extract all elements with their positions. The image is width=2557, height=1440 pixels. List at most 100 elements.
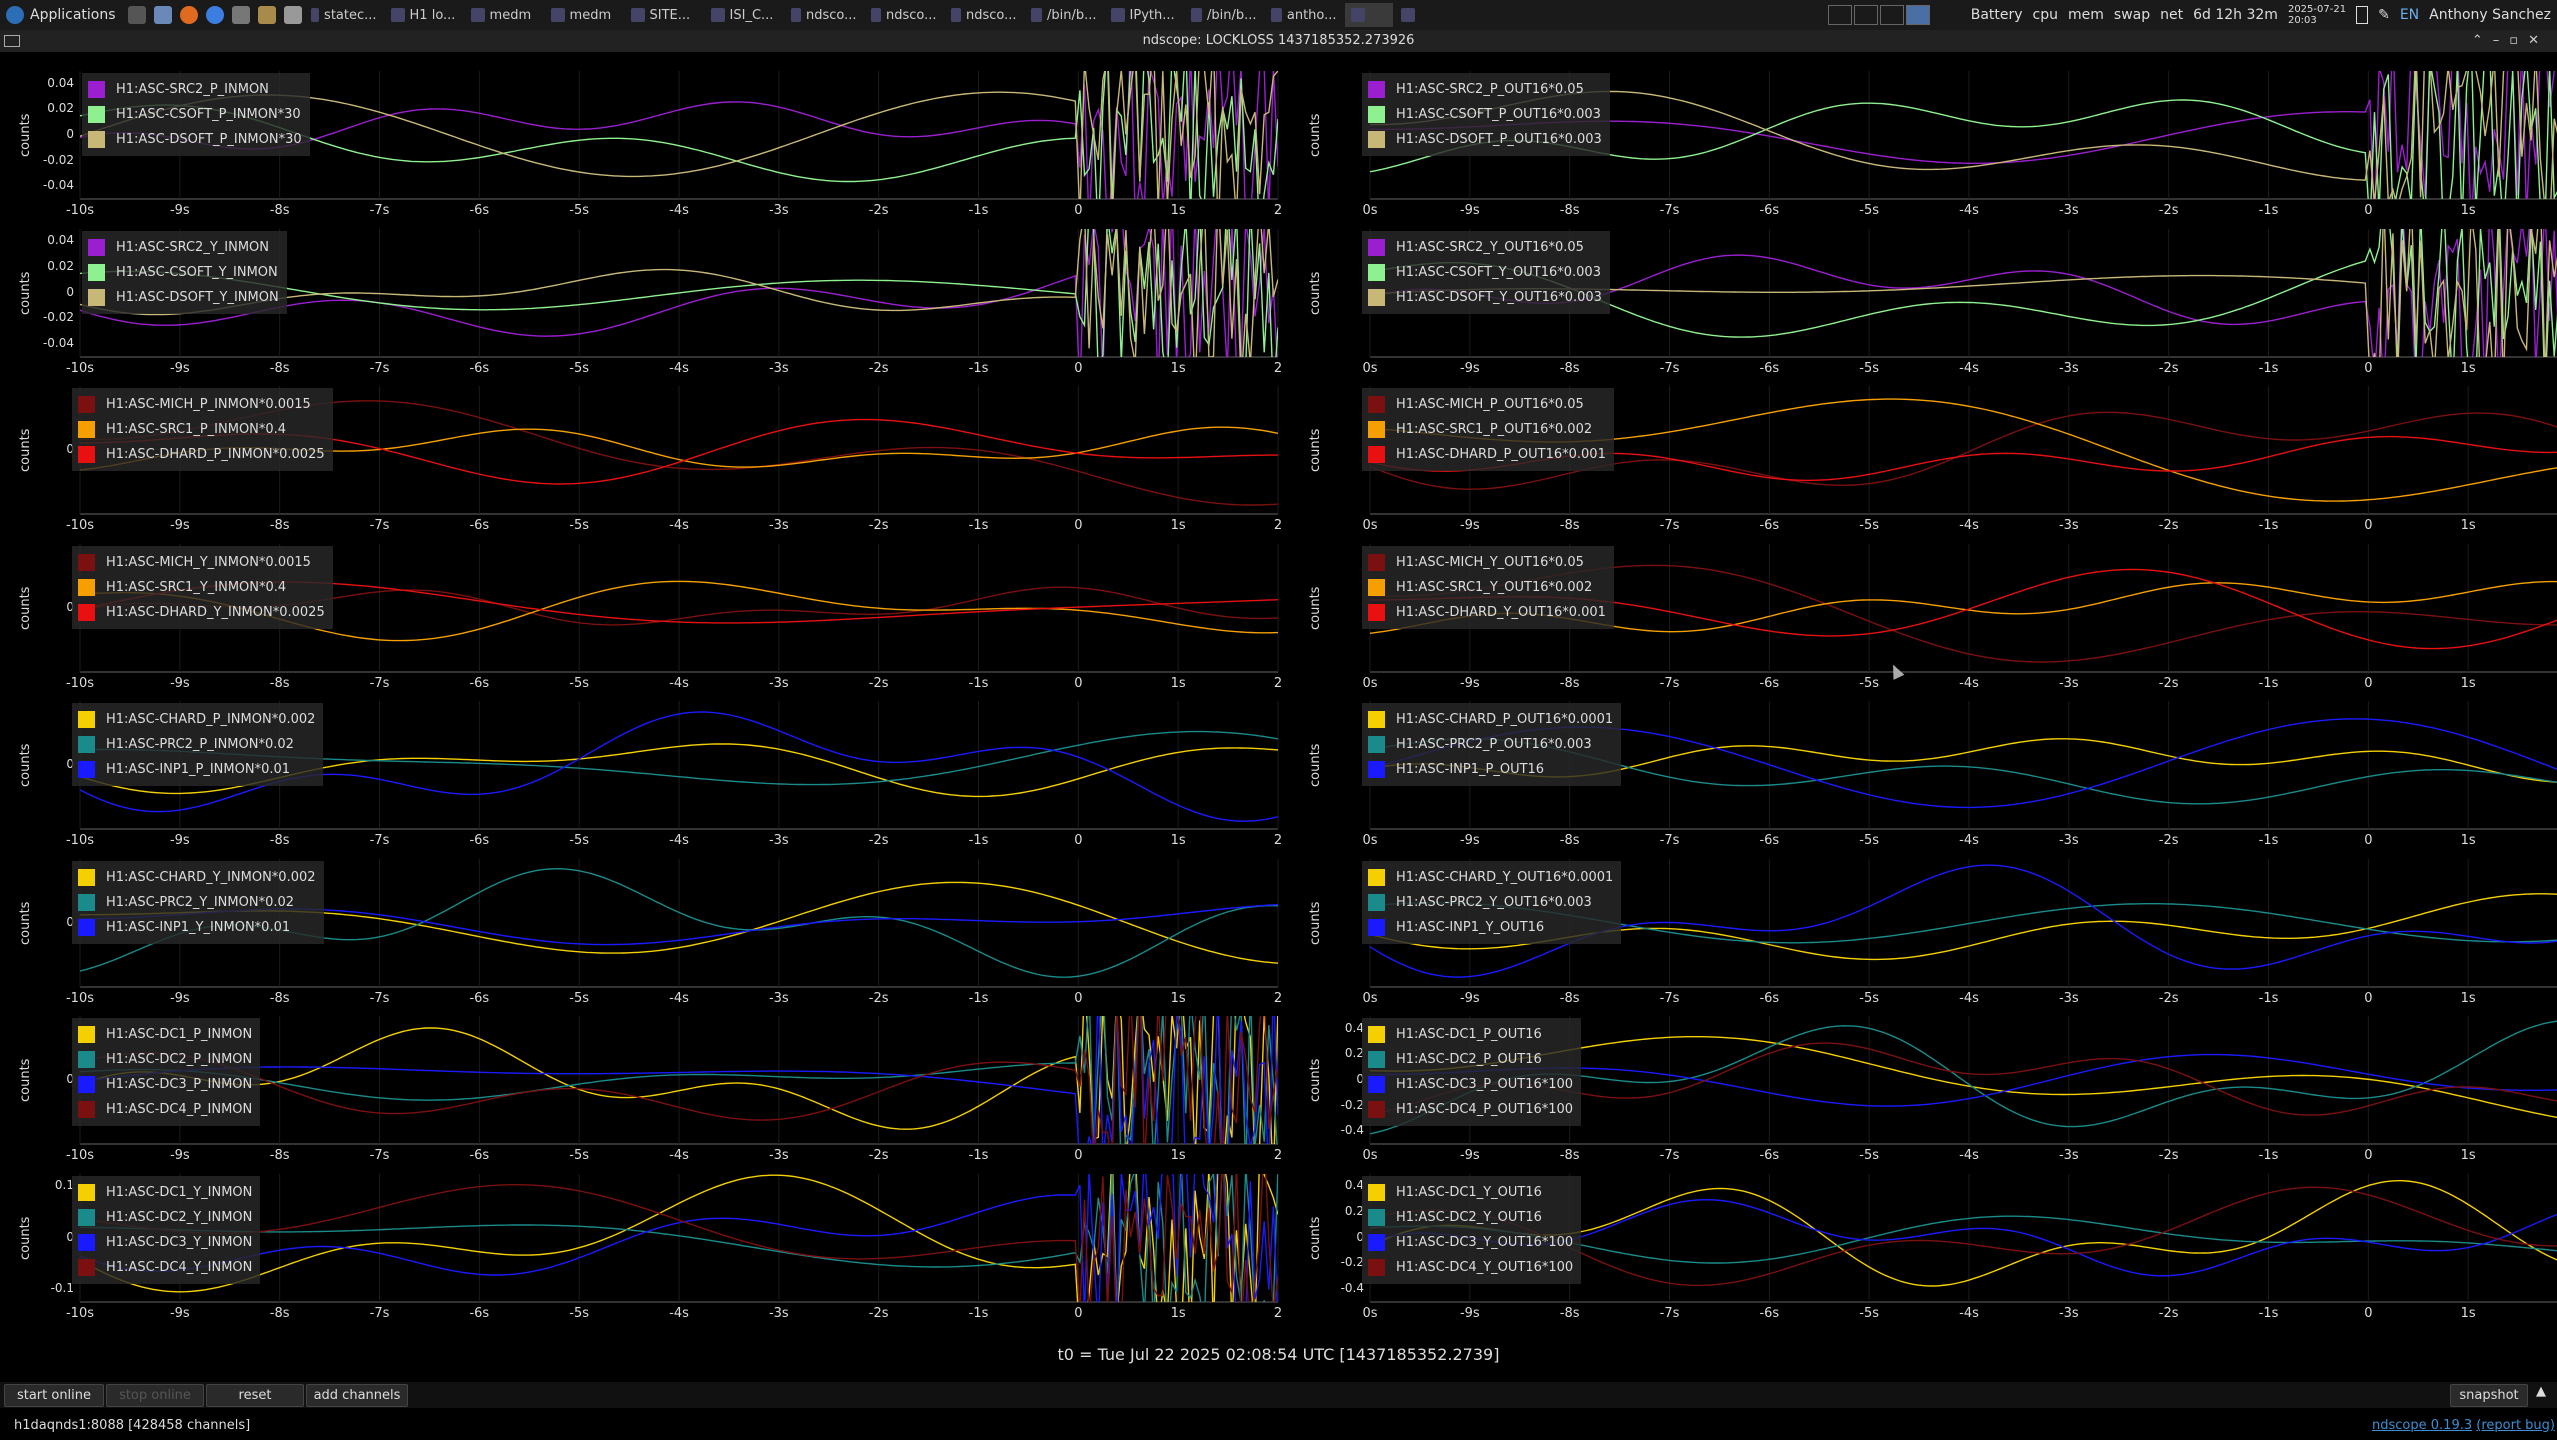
legend-entry[interactable]: H1:ASC-DC3_P_INMON bbox=[78, 1072, 252, 1097]
mem-monitor[interactable]: mem bbox=[2068, 7, 2104, 23]
legend-entry[interactable]: H1:ASC-DC3_Y_INMON bbox=[78, 1230, 252, 1255]
keyboard-layout[interactable]: EN bbox=[2400, 7, 2419, 23]
plot-panel[interactable]: counts0s-9s-8s-7s-6s-5s-4s-3s-2s-1s01s2H… bbox=[1290, 526, 2557, 691]
window-close-icon[interactable]: ✕ bbox=[2528, 33, 2549, 48]
plot-panel[interactable]: counts0s-9s-8s-7s-6s-5s-4s-3s-2s-1s01s2H… bbox=[1290, 211, 2557, 376]
plot-panel[interactable]: counts 0.04 0.02 0 -0.02 -0.04 -10s -9s -8s -7s -6… bbox=[0, 53, 1290, 218]
taskbar-task[interactable] bbox=[1344, 3, 1393, 27]
legend-entry[interactable]: H1:ASC-DSOFT_Y_OUT16*0.003 bbox=[1368, 285, 1602, 310]
legend-entry[interactable]: H1:ASC-DC2_Y_OUT16 bbox=[1368, 1205, 1573, 1230]
legend-entry[interactable]: H1:ASC-DHARD_P_OUT16*0.001 bbox=[1368, 442, 1606, 467]
snapshot-button[interactable]: snapshot bbox=[2450, 1384, 2528, 1407]
taskbar-task[interactable]: statec... bbox=[305, 3, 383, 27]
workspace-3[interactable] bbox=[1879, 5, 1904, 25]
plot-panel[interactable]: counts 0 -10s -9s -8s -7s -6s -5s -4s -3s -2s -1s 0 1… bbox=[0, 998, 1290, 1163]
plot-panel[interactable]: counts0s-9s-8s-7s-6s-5s-4s-3s-2s-1s01s2H… bbox=[1290, 841, 2557, 1006]
terminal-launcher-icon[interactable] bbox=[127, 6, 146, 24]
plot-panel[interactable]: counts 0 -10s -9s -8s -7s -6s -5s -4s -3s -2s -1s 0 1… bbox=[0, 841, 1290, 1006]
applications-menu-icon[interactable] bbox=[6, 6, 24, 24]
taskbar-task[interactable]: ndsco... bbox=[945, 3, 1023, 27]
legend-entry[interactable]: H1:ASC-SRC2_Y_OUT16*0.05 bbox=[1368, 235, 1602, 260]
workspace-1[interactable] bbox=[1827, 5, 1852, 25]
workspace-switcher[interactable] bbox=[1827, 5, 1931, 25]
legend-entry[interactable]: H1:ASC-SRC1_Y_INMON*0.4 bbox=[78, 575, 325, 600]
taskbar-task[interactable]: H1 lo... bbox=[385, 3, 463, 27]
cpu-monitor[interactable]: cpu bbox=[2033, 7, 2058, 23]
legend-entry[interactable]: H1:ASC-DC1_Y_OUT16 bbox=[1368, 1180, 1573, 1205]
legend-entry[interactable]: H1:ASC-DC2_Y_INMON bbox=[78, 1205, 252, 1230]
clock[interactable]: 2025-07-21 20:03 bbox=[2288, 4, 2346, 26]
taskbar-task[interactable]: medm bbox=[465, 3, 543, 27]
ndscope-version-link[interactable]: ndscope 0.19.3 bbox=[2372, 1418, 2472, 1433]
legend-entry[interactable]: H1:ASC-SRC1_P_OUT16*0.002 bbox=[1368, 417, 1606, 442]
net-monitor[interactable]: net bbox=[2160, 7, 2183, 23]
legend-entry[interactable]: H1:ASC-DSOFT_P_OUT16*0.003 bbox=[1368, 127, 1602, 152]
plot-panel[interactable]: counts 0 -10s -9s -8s -7s -6s -5s -4s -3s -2s -1s 0 1… bbox=[0, 368, 1290, 533]
legend-entry[interactable]: H1:ASC-DC4_P_INMON bbox=[78, 1097, 252, 1122]
reset-button[interactable]: reset bbox=[206, 1384, 304, 1407]
window-titlebar[interactable]: ndscope: LOCKLOSS 1437185352.273926 ⌃–▫✕ bbox=[0, 30, 2557, 52]
chromium-launcher-icon[interactable] bbox=[205, 6, 224, 24]
plot-panel[interactable]: counts0s-9s-8s-7s-6s-5s-4s-3s-2s-1s01s2H… bbox=[1290, 53, 2557, 218]
legend-entry[interactable]: H1:ASC-MICH_Y_INMON*0.0015 bbox=[78, 550, 325, 575]
legend-entry[interactable]: H1:ASC-MICH_Y_OUT16*0.05 bbox=[1368, 550, 1606, 575]
window-maximize-icon[interactable]: ▫ bbox=[2509, 33, 2528, 48]
taskbar-task[interactable]: /bin/b... bbox=[1185, 3, 1263, 27]
legend-entry[interactable]: H1:ASC-CHARD_P_OUT16*0.0001 bbox=[1368, 707, 1613, 732]
file-manager-launcher-icon[interactable] bbox=[153, 6, 172, 24]
legend-entry[interactable]: H1:ASC-DC1_P_OUT16 bbox=[1368, 1022, 1573, 1047]
legend-entry[interactable]: H1:ASC-DSOFT_P_INMON*30 bbox=[88, 127, 302, 152]
taskbar-task[interactable]: ndsco... bbox=[865, 3, 943, 27]
legend-entry[interactable]: H1:ASC-DC1_Y_INMON bbox=[78, 1180, 252, 1205]
legend-entry[interactable]: H1:ASC-DC4_Y_INMON bbox=[78, 1255, 252, 1280]
legend-entry[interactable]: H1:ASC-INP1_P_INMON*0.01 bbox=[78, 757, 315, 782]
editor-launcher-icon[interactable] bbox=[283, 6, 302, 24]
legend-entry[interactable]: H1:ASC-PRC2_P_INMON*0.02 bbox=[78, 732, 315, 757]
legend-entry[interactable]: H1:ASC-DHARD_Y_INMON*0.0025 bbox=[78, 600, 325, 625]
legend-entry[interactable]: H1:ASC-INP1_P_OUT16 bbox=[1368, 757, 1613, 782]
workspace-4[interactable] bbox=[1905, 5, 1930, 25]
legend-entry[interactable]: H1:ASC-SRC2_P_OUT16*0.05 bbox=[1368, 77, 1602, 102]
legend-entry[interactable]: H1:ASC-CHARD_P_INMON*0.002 bbox=[78, 707, 315, 732]
plot-panel[interactable]: counts0s-9s-8s-7s-6s-5s-4s-3s-2s-1s01s2H… bbox=[1290, 368, 2557, 533]
legend-entry[interactable]: H1:ASC-DHARD_Y_OUT16*0.001 bbox=[1368, 600, 1606, 625]
legend-entry[interactable]: H1:ASC-CHARD_Y_OUT16*0.0001 bbox=[1368, 865, 1613, 890]
legend-entry[interactable]: H1:ASC-CSOFT_P_OUT16*0.003 bbox=[1368, 102, 1602, 127]
plot-panel[interactable]: counts 0.4 0.2 0 -0.2 -0.4 0s -9s -8s -7s -6s -5s -4… bbox=[1290, 998, 2557, 1163]
window-minimize-icon[interactable]: – bbox=[2493, 33, 2510, 48]
taskbar-task[interactable]: ISI_C... bbox=[705, 3, 783, 27]
taskbar-task[interactable]: /bin/b... bbox=[1025, 3, 1103, 27]
swap-monitor[interactable]: swap bbox=[2114, 7, 2150, 23]
plot-panel[interactable]: counts 0.04 0.02 0 -0.02 -0.04 -10s -9s -8s -7s -6… bbox=[0, 211, 1290, 376]
legend-entry[interactable]: H1:ASC-DC3_Y_OUT16*100 bbox=[1368, 1230, 1573, 1255]
taskbar-task[interactable]: antho... bbox=[1265, 3, 1343, 27]
legend-entry[interactable]: H1:ASC-PRC2_Y_INMON*0.02 bbox=[78, 890, 316, 915]
plot-panel[interactable]: counts 0.4 0.2 0 -0.2 -0.4 0s -9s -8s -7s -6s -5s -4… bbox=[1290, 1156, 2557, 1321]
legend-entry[interactable]: H1:ASC-DC2_P_INMON bbox=[78, 1047, 252, 1072]
legend-entry[interactable]: H1:ASC-SRC2_P_INMON bbox=[88, 77, 302, 102]
taskbar-task[interactable]: SITE... bbox=[625, 3, 703, 27]
legend-entry[interactable]: H1:ASC-INP1_Y_INMON*0.01 bbox=[78, 915, 316, 940]
plot-panel[interactable]: counts 0 -10s -9s -8s -7s -6s -5s -4s -3s -2s -1s 0 1… bbox=[0, 526, 1290, 691]
report-bug-link[interactable]: (report bug) bbox=[2476, 1418, 2555, 1433]
window-menu-icon[interactable] bbox=[4, 35, 20, 47]
legend-entry[interactable]: H1:ASC-DHARD_P_INMON*0.0025 bbox=[78, 442, 325, 467]
add-channels-button[interactable]: add channels bbox=[306, 1384, 408, 1407]
legend-entry[interactable]: H1:ASC-CSOFT_P_INMON*30 bbox=[88, 102, 302, 127]
legend-entry[interactable]: H1:ASC-SRC1_Y_OUT16*0.002 bbox=[1368, 575, 1606, 600]
battery-monitor[interactable]: Battery bbox=[1971, 7, 2023, 23]
battery-icon[interactable] bbox=[2356, 6, 2369, 24]
apps-launcher-icon[interactable] bbox=[257, 6, 276, 24]
legend-entry[interactable]: H1:ASC-SRC1_P_INMON*0.4 bbox=[78, 417, 325, 442]
user-menu[interactable]: Anthony Sanchez bbox=[2429, 7, 2551, 23]
workspace-2[interactable] bbox=[1853, 5, 1878, 25]
expand-panel-icon[interactable]: ▲ bbox=[2536, 1384, 2546, 1399]
taskbar-task[interactable]: medm bbox=[545, 3, 623, 27]
plot-panel[interactable]: counts 0 -10s -9s -8s -7s -6s -5s -4s -3s -2s -1s 0 1… bbox=[0, 683, 1290, 848]
taskbar-task[interactable]: IPyth... bbox=[1105, 3, 1183, 27]
legend-entry[interactable]: H1:ASC-INP1_Y_OUT16 bbox=[1368, 915, 1613, 940]
legend-entry[interactable]: H1:ASC-MICH_P_OUT16*0.05 bbox=[1368, 392, 1606, 417]
legend-entry[interactable]: H1:ASC-SRC2_Y_INMON bbox=[88, 235, 279, 260]
taskbar-task[interactable]: ndsco... bbox=[785, 3, 863, 27]
legend-entry[interactable]: H1:ASC-CHARD_Y_INMON*0.002 bbox=[78, 865, 316, 890]
